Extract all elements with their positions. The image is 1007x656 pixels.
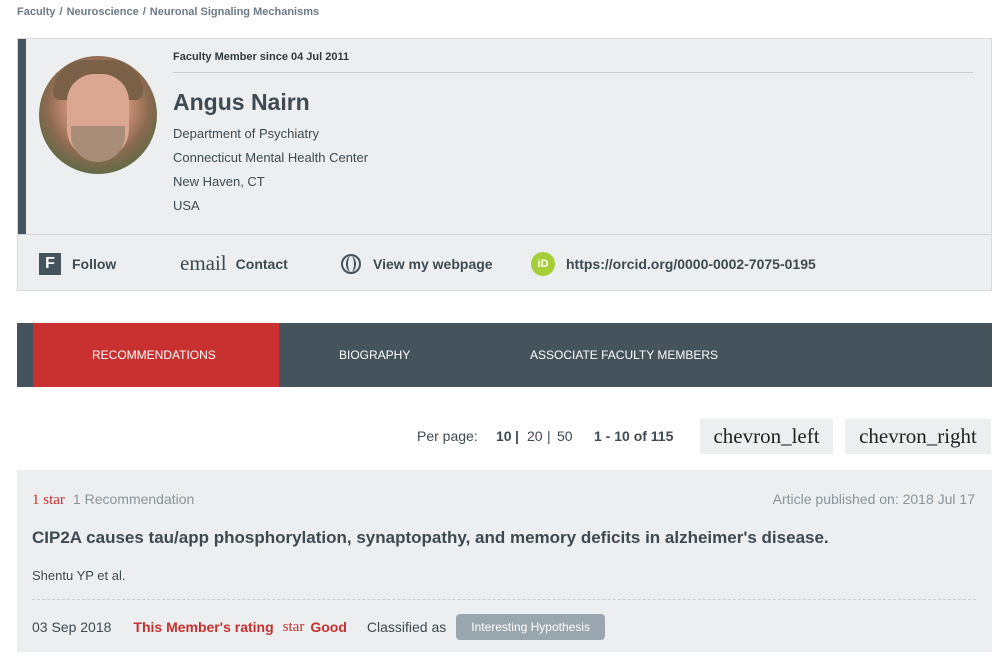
classified-label: Classified as [366, 619, 447, 635]
chevron-right-icon[interactable]: chevron_right [845, 419, 991, 454]
orcid-url: https://orcid.org/0000-0002-7075-0195 [566, 255, 816, 272]
breadcrumb-separator: / [142, 6, 146, 18]
per-page-option-10[interactable]: 10 [496, 428, 512, 444]
department: Department of Psychiatry [173, 126, 319, 141]
per-page-label: Per page: [417, 428, 478, 444]
breadcrumb: Faculty / Neuroscience / Neuronal Signaling … [17, 6, 319, 18]
breadcrumb-separator: / [59, 6, 63, 18]
follow-label: Follow [72, 255, 117, 272]
article-title[interactable]: CIP2A causes tau/app phosphorylation, sy… [32, 528, 829, 548]
rating-value: Good [310, 619, 347, 635]
breadcrumb-section[interactable]: Neuronal Signaling Mechanisms [150, 6, 319, 18]
contact-button[interactable]: email Contact [180, 235, 288, 292]
tab-associate-faculty-members[interactable]: ASSOCIATE FACULTY MEMBERS [530, 323, 718, 387]
globe-icon [341, 253, 361, 274]
recommendation-rating: 1 star 1 Recommendation [32, 491, 194, 509]
orcid-link[interactable]: iD https://orcid.org/0000-0002-7075-0195 [531, 235, 816, 292]
tab-bar: RECOMMENDATIONS BIOGRAPHY ASSOCIATE FACU… [17, 323, 992, 387]
breadcrumb-neuroscience[interactable]: Neuroscience [67, 6, 139, 18]
article-published-date: Article published on: 2018 Jul 17 [772, 491, 975, 507]
per-page-separator: | [547, 428, 551, 444]
orcid-icon: iD [531, 251, 555, 276]
breadcrumb-faculty[interactable]: Faculty [17, 6, 56, 18]
follow-button[interactable]: F Follow [39, 235, 116, 292]
member-rating-label: This Member's rating [133, 619, 274, 635]
recommendation-count[interactable]: 1 Recommendation [73, 491, 194, 507]
avatar [39, 56, 157, 174]
profile-name: Angus Nairn [173, 89, 310, 115]
per-page-separator: | [515, 428, 519, 444]
classification-badge[interactable]: Interesting Hypothesis [456, 614, 605, 640]
recommendation-footer: 03 Sep 2018 This Member's rating star Go… [32, 614, 605, 640]
follow-icon: F [39, 252, 61, 275]
webpage-label: View my webpage [373, 255, 493, 272]
chevron-left-icon[interactable]: chevron_left [700, 419, 833, 454]
divider [32, 599, 976, 600]
tab-biography[interactable]: BIOGRAPHY [339, 323, 410, 387]
recommendation-date: 03 Sep 2018 [32, 619, 112, 635]
recommendation-card: 1 star 1 Recommendation Article published… [17, 470, 992, 652]
member-since: Faculty Member since 04 Jul 2011 [173, 51, 350, 63]
star-icon: star [282, 618, 305, 635]
profile-card: Faculty Member since 04 Jul 2011 Angus N… [17, 38, 992, 291]
per-page-option-50[interactable]: 50 [557, 428, 573, 444]
star-rating: 1 star [32, 492, 65, 508]
avatar-beard [71, 126, 125, 162]
tab-recommendations[interactable]: RECOMMENDATIONS [33, 323, 279, 387]
article-authors: Shentu YP et al. [32, 568, 126, 583]
profile-actions: F Follow email Contact View my webpage i… [18, 234, 991, 292]
country: USA [173, 198, 200, 213]
email-icon: email [180, 251, 227, 275]
profile-accent-bar [18, 39, 26, 234]
institution: Connecticut Mental Health Center [173, 150, 369, 165]
contact-label: Contact [235, 255, 288, 272]
city: New Haven, CT [173, 174, 265, 189]
page-range: 1 - 10 of 115 [594, 428, 674, 444]
webpage-link[interactable]: View my webpage [341, 235, 493, 292]
per-page-option-20[interactable]: 20 [527, 428, 543, 444]
divider [173, 72, 973, 73]
